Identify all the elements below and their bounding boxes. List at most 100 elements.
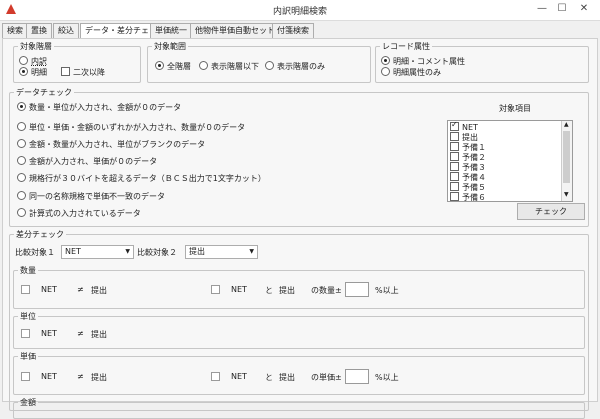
close-button[interactable]: ✕ <box>576 2 592 16</box>
list-item[interactable]: 予備６ <box>450 192 486 201</box>
quantity-legend: 数量 <box>20 266 36 275</box>
list-scrollbar[interactable]: ▲ ▼ <box>561 121 572 201</box>
target-range-legend: 対象範囲 <box>154 42 186 51</box>
quantity-right-and: と <box>265 286 273 295</box>
quantity-left-checkbox[interactable] <box>21 285 30 294</box>
tab-other-property-price[interactable]: 他物件単価自動セット <box>190 23 280 39</box>
quantity-right-b: 提出 <box>279 286 295 295</box>
data-check-legend: データチェック <box>16 88 72 97</box>
range-below-radio[interactable]: 表示階層以下 <box>199 61 259 72</box>
checkbox-icon <box>450 182 459 191</box>
amount-group: 金額 <box>13 397 585 419</box>
checkbox-icon <box>450 142 459 151</box>
quantity-left-op: ≠ <box>77 285 84 294</box>
radio-icon <box>17 208 26 217</box>
price-left-op: ≠ <box>77 372 84 381</box>
radio-icon <box>17 156 26 165</box>
compare1-label: 比較対象１ <box>15 248 55 257</box>
check-option-2[interactable]: 単位・単価・金額のいずれかが入力され、数量が０のデータ <box>17 122 245 133</box>
range-only-radio[interactable]: 表示階層のみ <box>265 61 325 72</box>
tab-replace[interactable]: 置換 <box>26 23 52 39</box>
quantity-percent-input[interactable] <box>345 282 369 297</box>
minimize-button[interactable]: — <box>534 2 550 16</box>
price-left-a: NET <box>41 372 57 381</box>
check-option-3[interactable]: 金額・数量が入力され、単位がブランクのデータ <box>17 139 205 150</box>
checkbox-checked-icon <box>450 121 459 131</box>
price-percent-input[interactable] <box>345 369 369 384</box>
compare2-select[interactable]: 提出 ▼ <box>185 245 258 259</box>
unit-left-op: ≠ <box>77 329 84 338</box>
title-bar: 内訳明細検索 — ☐ ✕ <box>0 0 600 21</box>
price-right-a: NET <box>231 372 247 381</box>
quantity-pct-label: %以上 <box>375 286 399 295</box>
unit-checkbox[interactable] <box>21 329 30 338</box>
radio-icon <box>17 191 26 200</box>
quantity-right-a: NET <box>231 285 247 294</box>
price-right-and: と <box>265 373 273 382</box>
check-button[interactable]: チェック <box>517 203 585 220</box>
quantity-right-checkbox[interactable] <box>211 285 220 294</box>
radio-icon <box>17 139 26 148</box>
tab-sticky-search[interactable]: 付箋検索 <box>272 23 314 39</box>
diff-check-legend: 差分チェック <box>16 230 64 239</box>
tab-unit-price-unify[interactable]: 単価統一 <box>150 23 192 39</box>
maximize-button[interactable]: ☐ <box>554 2 570 16</box>
check-option-4[interactable]: 金額が入力され、単価が０のデータ <box>17 156 157 167</box>
record-attr-legend: レコード属性 <box>382 42 430 51</box>
radio-icon <box>265 61 274 70</box>
target-level-legend: 対象階層 <box>20 42 52 51</box>
amount-legend: 金額 <box>20 398 36 407</box>
checkbox-icon <box>450 152 459 161</box>
window-title: 内訳明細検索 <box>272 7 327 17</box>
checkbox-icon <box>61 67 70 76</box>
check-option-5[interactable]: 規格行が３０バイトを超えるデータ（ＢＣＳ出力で1文字カット） <box>17 173 266 184</box>
attr-detail-comment-radio[interactable]: 明細・コメント属性 <box>381 56 465 67</box>
radio-selected-icon <box>19 67 28 76</box>
tab-filter[interactable]: 絞込 <box>53 23 79 39</box>
radio-selected-icon <box>381 56 390 65</box>
checkbox-icon <box>450 132 459 141</box>
radio-selected-icon <box>155 61 164 70</box>
compare1-select[interactable]: NET ▼ <box>61 245 134 259</box>
check-option-7[interactable]: 計算式の入力されているデータ <box>17 208 141 219</box>
scroll-up-icon[interactable]: ▲ <box>564 121 569 128</box>
scroll-down-icon[interactable]: ▼ <box>564 191 569 198</box>
quantity-left-a: NET <box>41 285 57 294</box>
quantity-right-label: の数量± <box>311 286 342 295</box>
chevron-down-icon: ▼ <box>125 248 130 255</box>
checkbox-icon <box>450 192 459 201</box>
secondary-after-checkbox[interactable]: 二次以降 <box>61 67 105 78</box>
level-meisai-radio[interactable]: 明細 <box>19 67 47 78</box>
unit-left-b: 提出 <box>91 330 107 339</box>
price-legend: 単価 <box>20 352 36 361</box>
target-items-label: 対象項目 <box>499 104 531 113</box>
checkbox-icon <box>450 172 459 181</box>
level-uchiwake-radio[interactable]: 内訳 <box>19 56 47 67</box>
target-items-list[interactable]: NET 提出 予備１ 予備２ 予備３ 予備４ 予備５ 予備６ ▲ ▼ <box>447 120 573 202</box>
radio-icon <box>381 67 390 76</box>
list-item[interactable]: NET <box>450 121 478 132</box>
price-pct-label: %以上 <box>375 373 399 382</box>
price-right-label: の単価± <box>311 373 342 382</box>
tab-search[interactable]: 検索 <box>2 23 28 39</box>
radio-icon <box>17 122 26 131</box>
price-left-checkbox[interactable] <box>21 372 30 381</box>
unit-legend: 単位 <box>20 312 36 321</box>
radio-icon <box>19 56 28 65</box>
radio-icon <box>199 61 208 70</box>
tab-panel: 対象階層 内訳 明細 二次以降 対象範囲 全階層 表示階層以下 表示階層のみ レ… <box>2 38 598 419</box>
checkbox-icon <box>450 162 459 171</box>
range-all-radio[interactable]: 全階層 <box>155 61 191 72</box>
attr-detail-only-radio[interactable]: 明細属性のみ <box>381 67 441 78</box>
price-right-b: 提出 <box>279 373 295 382</box>
quantity-left-b: 提出 <box>91 286 107 295</box>
price-right-checkbox[interactable] <box>211 372 220 381</box>
radio-selected-icon <box>17 102 26 111</box>
scroll-thumb[interactable] <box>563 131 570 183</box>
unit-left-a: NET <box>41 329 57 338</box>
radio-icon <box>17 173 26 182</box>
check-option-6[interactable]: 同一の名称規格で単価不一致のデータ <box>17 191 165 202</box>
compare2-label: 比較対象２ <box>137 248 177 257</box>
check-option-1[interactable]: 数量・単位が入力され、金額が０のデータ <box>17 102 181 113</box>
chevron-down-icon: ▼ <box>249 248 254 255</box>
